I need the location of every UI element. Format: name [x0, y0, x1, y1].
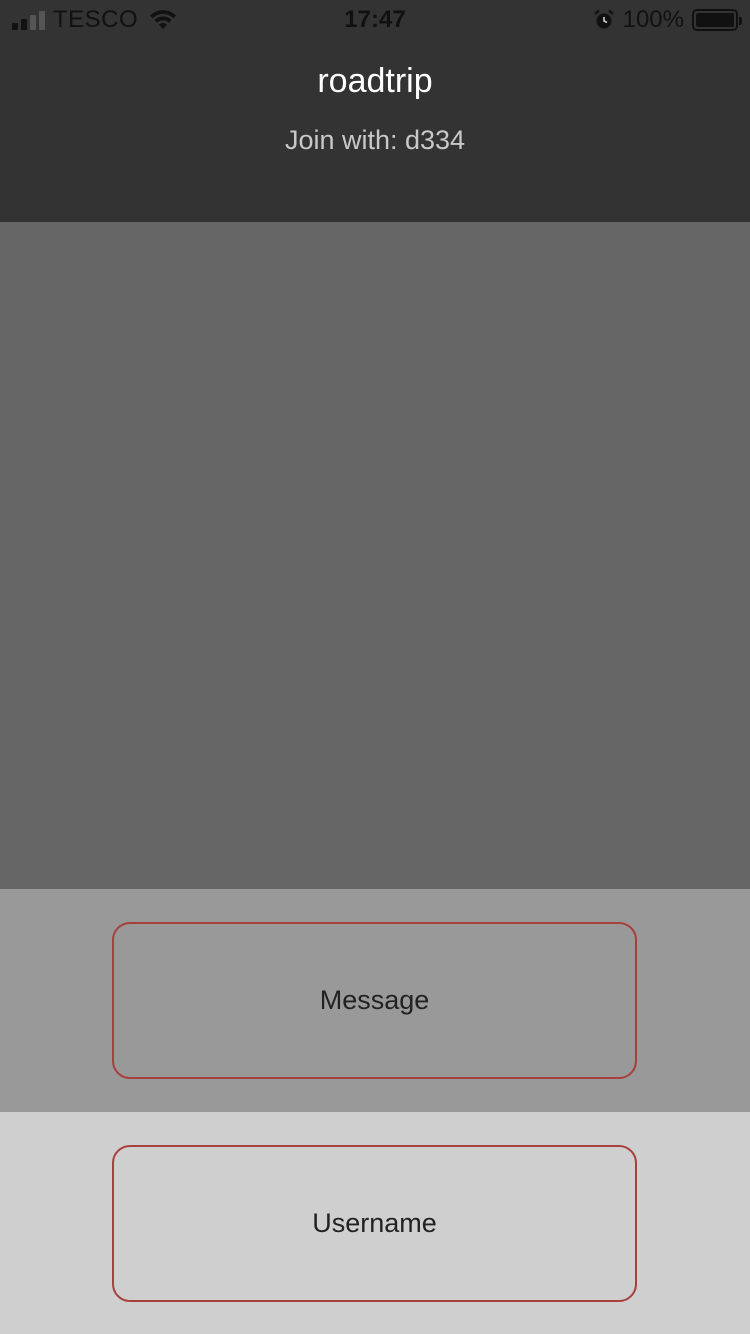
status-bar-right: 100%: [593, 6, 742, 34]
alarm-icon: [593, 9, 614, 29]
status-bar: TESCO 17:47 100%: [0, 0, 750, 40]
battery-fill: [696, 13, 734, 27]
username-input-placeholder: Username: [312, 1208, 437, 1238]
username-input[interactable]: Username: [112, 1145, 637, 1302]
message-input-placeholder: Message: [319, 985, 430, 1015]
message-bar: Message: [0, 889, 750, 1112]
username-bar: Username: [0, 1112, 750, 1334]
battery-percent: 100%: [622, 6, 684, 33]
page-title: roadtrip: [317, 62, 433, 100]
battery-icon: [692, 9, 742, 31]
join-code-label: Join with: d334: [284, 125, 466, 155]
header: TESCO 17:47 100% roadtrip Join with: d33…: [0, 0, 750, 222]
message-input[interactable]: Message: [112, 922, 637, 1079]
messages-area[interactable]: [0, 222, 750, 889]
